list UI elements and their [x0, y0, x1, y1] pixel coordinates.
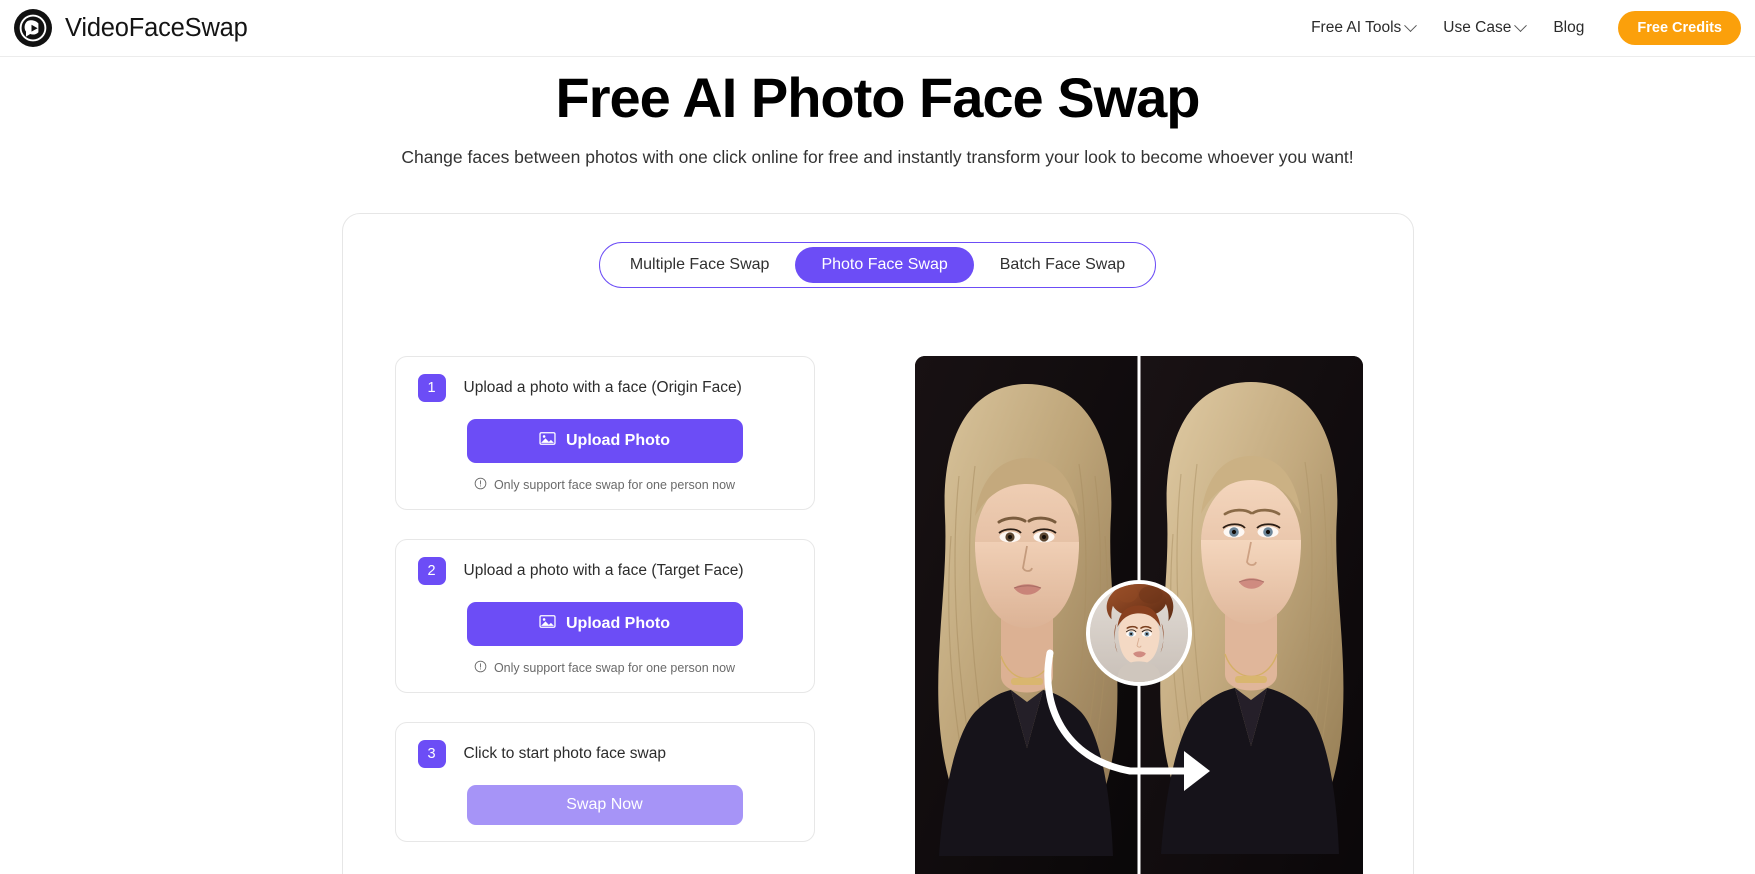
info-circle-icon [474, 660, 487, 676]
source-face-thumbnail [1085, 580, 1192, 687]
step-number-badge: 1 [417, 374, 446, 403]
tab-multiple-face-swap[interactable]: Multiple Face Swap [604, 247, 796, 283]
step-number-badge: 3 [417, 740, 446, 769]
step-card-3: 3 Click to start photo face swap Swap No… [394, 722, 815, 843]
step-card-1: 1 Upload a photo with a face (Origin Fac… [394, 356, 815, 511]
brand-logo-link[interactable]: VideoFaceSwap [14, 9, 248, 47]
hint-text: Only support face swap for one person no… [493, 661, 736, 676]
step-header: 3 Click to start photo face swap [417, 740, 792, 769]
swap-now-button[interactable]: Swap Now [466, 785, 743, 826]
nav-item-use-case[interactable]: Use Case [1443, 18, 1528, 37]
chevron-down-icon [1404, 18, 1418, 32]
step-title: Click to start photo face swap [463, 745, 666, 763]
nav-label: Use Case [1443, 19, 1512, 36]
step-hint: Only support face swap for one person no… [418, 660, 792, 676]
button-label: Upload Photo [566, 432, 670, 450]
chevron-down-icon [1514, 18, 1528, 32]
face-profile-play-icon [14, 9, 52, 47]
face-swap-tool-panel: Multiple Face Swap Photo Face Swap Batch… [341, 213, 1414, 874]
brand-name: VideoFaceSwap [65, 13, 248, 42]
free-credits-button[interactable]: Free Credits [1618, 11, 1741, 45]
tab-bar-row: Multiple Face Swap Photo Face Swap Batch… [343, 242, 1413, 289]
nav-item-free-ai-tools[interactable]: Free AI Tools [1311, 18, 1418, 37]
step-card-2: 2 Upload a photo with a face (Target Fac… [394, 539, 815, 694]
page-title: Free AI Photo Face Swap [555, 66, 1201, 129]
steps-column: 1 Upload a photo with a face (Origin Fac… [394, 356, 815, 874]
image-icon [539, 613, 556, 635]
step-title: Upload a photo with a face (Target Face) [463, 562, 744, 580]
before-after-preview [914, 356, 1363, 874]
main-navigation: Free AI Tools Use Case Blog Free Credits [1311, 11, 1741, 45]
site-header: VideoFaceSwap Free AI Tools Use Case Blo… [0, 0, 1755, 57]
hero-section: Free AI Photo Face Swap Change faces bet… [0, 57, 1755, 168]
preview-column [914, 356, 1363, 874]
nav-item-blog[interactable]: Blog [1553, 19, 1584, 37]
tab-photo-face-swap[interactable]: Photo Face Swap [795, 247, 974, 284]
nav-label: Free AI Tools [1311, 19, 1402, 36]
tool-body: 1 Upload a photo with a face (Origin Fac… [343, 288, 1413, 874]
step-title: Upload a photo with a face (Origin Face) [463, 379, 742, 397]
nav-label: Blog [1553, 19, 1585, 36]
step-header: 1 Upload a photo with a face (Origin Fac… [417, 374, 792, 403]
step-header: 2 Upload a photo with a face (Target Fac… [417, 557, 792, 586]
tab-bar: Multiple Face Swap Photo Face Swap Batch… [598, 242, 1157, 289]
hint-text: Only support face swap for one person no… [493, 478, 736, 493]
button-label: Upload Photo [566, 615, 670, 633]
upload-target-photo-button[interactable]: Upload Photo [466, 602, 743, 647]
tab-batch-face-swap[interactable]: Batch Face Swap [974, 247, 1151, 283]
upload-origin-photo-button[interactable]: Upload Photo [466, 419, 743, 464]
info-circle-icon [474, 477, 487, 493]
step-number-badge: 2 [417, 557, 446, 586]
tool-panel-wrapper: Multiple Face Swap Photo Face Swap Batch… [0, 213, 1755, 874]
page-subtitle: Change faces between photos with one cli… [401, 147, 1354, 168]
step-hint: Only support face swap for one person no… [418, 477, 792, 493]
image-icon [539, 430, 556, 452]
